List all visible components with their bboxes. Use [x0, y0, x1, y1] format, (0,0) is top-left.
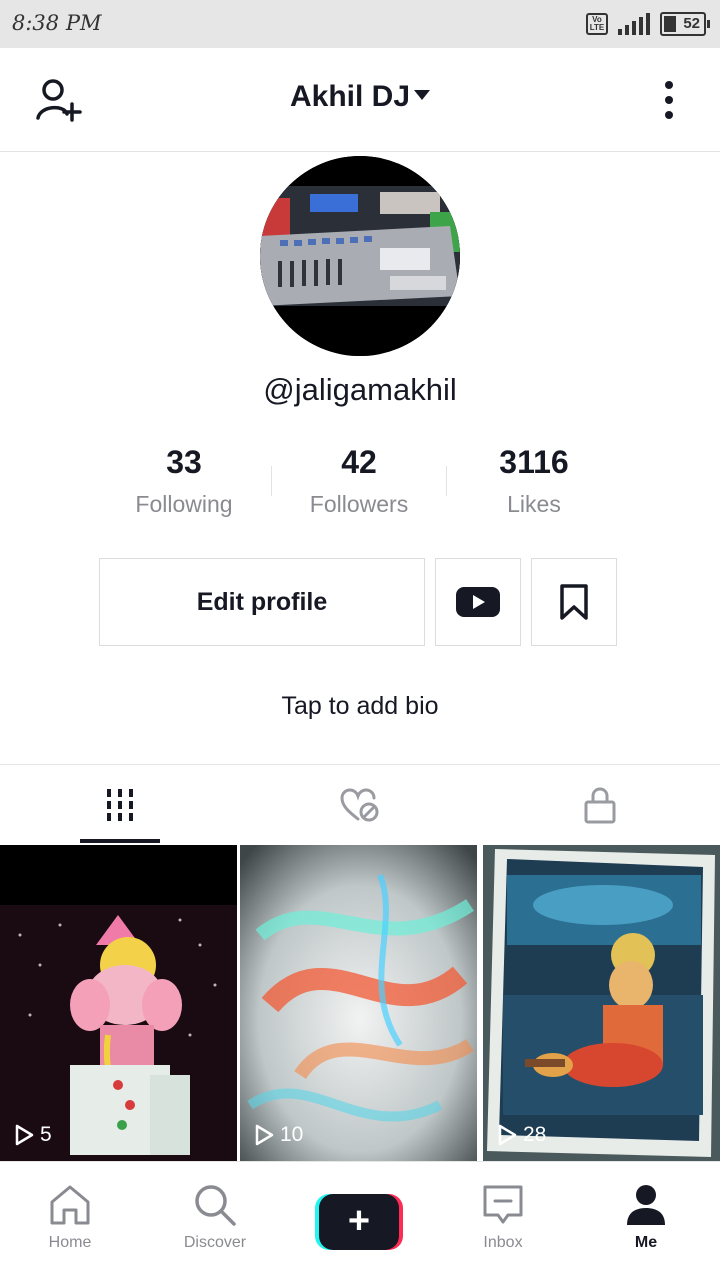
- nav-me-label: Me: [634, 1234, 658, 1251]
- play-icon: [498, 1124, 517, 1146]
- video-thumbnail[interactable]: 10: [240, 845, 477, 1161]
- page-title: Akhil DJ: [289, 80, 411, 113]
- avatar-mixer-image: [260, 156, 460, 356]
- signal-icon: [618, 13, 650, 35]
- followers-count: 42: [341, 444, 377, 480]
- favorites-button[interactable]: [531, 558, 617, 646]
- volte-icon: Vo LTE: [586, 13, 608, 35]
- play-count-value: 10: [280, 1123, 304, 1146]
- username: @jaligamakhil: [263, 372, 457, 407]
- nav-home[interactable]: Home: [15, 1182, 125, 1252]
- tab-private[interactable]: [480, 765, 720, 845]
- inbox-icon: [483, 1185, 523, 1224]
- stat-divider: [446, 466, 447, 496]
- video-thumbnail[interactable]: 28: [483, 845, 720, 1161]
- create-button[interactable]: +: [315, 1194, 403, 1250]
- content-tabs: [0, 764, 720, 844]
- stat-likes[interactable]: 3116 Likes: [449, 444, 619, 518]
- videos-grid-icon: [107, 789, 133, 821]
- hanuman-thumbnail-image: [483, 845, 720, 1161]
- stat-divider: [271, 466, 272, 496]
- nav-inbox[interactable]: Inbox: [448, 1182, 558, 1252]
- nav-home-label: Home: [48, 1234, 92, 1251]
- bottom-nav: Home Discover + Inbox Me: [0, 1161, 720, 1280]
- play-icon: [255, 1124, 274, 1146]
- create-plus-icon: +: [319, 1194, 399, 1250]
- bio-prompt[interactable]: Tap to add bio: [0, 692, 720, 721]
- likes-count: 3116: [499, 444, 569, 480]
- status-icons: Vo LTE 52: [586, 11, 710, 37]
- account-switcher[interactable]: Akhil DJ: [0, 80, 720, 114]
- bookmark-icon: [560, 584, 588, 620]
- active-tab-indicator: [80, 839, 160, 843]
- youtube-button[interactable]: [435, 558, 521, 646]
- youtube-icon: [456, 587, 500, 617]
- video-thumbnail[interactable]: 5: [0, 845, 237, 1161]
- following-label: Following: [135, 491, 233, 517]
- play-icon: [15, 1124, 34, 1146]
- liked-heart-icon: [340, 788, 379, 822]
- avatar[interactable]: [260, 156, 460, 356]
- following-count: 33: [166, 444, 202, 480]
- lock-icon: [584, 787, 616, 824]
- video-grid: 5 10 28: [0, 845, 720, 1161]
- likes-label: Likes: [507, 491, 561, 517]
- ganesha-thumbnail-image: [0, 845, 237, 1161]
- play-count-value: 28: [523, 1123, 547, 1146]
- nav-discover-label: Discover: [183, 1234, 247, 1251]
- status-time: 8:38 PM: [12, 11, 102, 35]
- tab-liked[interactable]: [240, 765, 480, 845]
- tab-videos[interactable]: [0, 765, 240, 845]
- play-count: 5: [14, 1123, 52, 1147]
- nav-me[interactable]: Me: [591, 1182, 701, 1252]
- play-count-value: 5: [40, 1123, 52, 1146]
- play-count: 28: [497, 1123, 546, 1147]
- caret-down-icon: [414, 90, 431, 101]
- edit-profile-button[interactable]: Edit profile: [99, 558, 425, 646]
- nav-discover[interactable]: Discover: [160, 1182, 270, 1252]
- search-icon: [195, 1185, 236, 1226]
- profile-icon: [627, 1185, 665, 1225]
- stat-followers[interactable]: 42 Followers: [274, 444, 444, 518]
- stat-following[interactable]: 33 Following: [99, 444, 269, 518]
- followers-label: Followers: [309, 491, 409, 517]
- profile-header: Akhil DJ: [0, 48, 720, 152]
- more-vertical-icon[interactable]: [662, 80, 676, 120]
- nav-inbox-label: Inbox: [483, 1234, 523, 1251]
- status-bar: 8:38 PM Vo LTE 52: [0, 0, 720, 48]
- abstract-thumbnail-image: [240, 845, 477, 1161]
- battery-icon: 52: [660, 12, 710, 36]
- home-icon: [50, 1185, 90, 1225]
- play-count: 10: [254, 1123, 303, 1147]
